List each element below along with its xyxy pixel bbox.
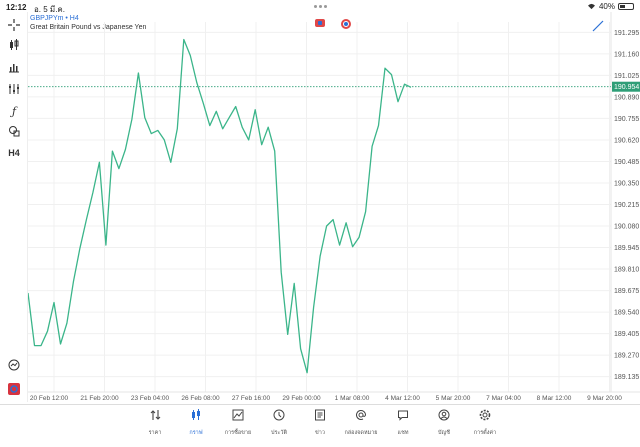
x-tick-label: 5 Mar 20:00 [436, 395, 471, 402]
nav-label: กราฟ [189, 430, 203, 436]
nav-item-1[interactable]: ราคา [135, 409, 175, 443]
y-tick-label: 189.810 [614, 267, 639, 274]
nav-label: ข่าว [315, 430, 325, 436]
nav-label: แชท [397, 430, 409, 436]
y-tick-label: 191.025 [614, 73, 639, 80]
zoom-icon[interactable] [4, 356, 24, 374]
y-tick-label: 189.270 [614, 353, 639, 360]
y-tick-label: 190.215 [614, 202, 639, 209]
status-indicators: 40% [587, 2, 634, 11]
candlestick-icon[interactable] [4, 36, 24, 54]
nav-label: การตั้งค่า [473, 430, 497, 436]
y-tick-label: 190.620 [614, 137, 639, 144]
nav-label: ราคา [148, 430, 162, 436]
nav-label: ประวัติ [270, 430, 288, 436]
price-chart[interactable]: 191.295 191.160 191.025 190.890 190.755 190.6… [28, 12, 640, 402]
wifi-icon [587, 3, 595, 10]
shapes-icon[interactable] [4, 122, 24, 140]
trade-chart-icon [218, 409, 258, 423]
app-logo-icon[interactable] [4, 380, 24, 398]
x-tick-label: 27 Feb 16:00 [232, 395, 271, 402]
battery-percent: 40% [598, 2, 615, 11]
multitask-dots[interactable] [300, 5, 340, 9]
nav-label: บัญชี [438, 430, 450, 436]
history-icon [259, 409, 299, 423]
nav-item-6[interactable]: กล่องจดหมาย [341, 409, 381, 443]
y-tick-label: 189.405 [614, 331, 639, 338]
y-tick-label: 190.755 [614, 116, 639, 123]
nav-item-9[interactable]: การตั้งค่า [465, 409, 505, 443]
function-icon[interactable]: ƒ [4, 102, 24, 120]
y-tick-label: 190.350 [614, 180, 639, 187]
y-tick-label: 189.135 [614, 374, 639, 381]
nav-item-2[interactable]: กราฟ [176, 409, 216, 443]
current-price-label: 190.954 [614, 84, 639, 91]
drawing-toolbar: ƒ H4 [0, 12, 28, 402]
y-tick-label: 191.160 [614, 51, 639, 58]
status-time: 12:12 [6, 3, 27, 12]
y-tick-label: 191.295 [614, 30, 639, 37]
bottom-navigation: ราคา กราฟ การซื้อขาย ประวัติ ข่าว กล่องจดหมาย… [0, 404, 640, 447]
x-tick-label: 20 Feb 12:00 [30, 395, 69, 402]
x-tick-label: 23 Feb 04:00 [131, 395, 170, 402]
account-icon [424, 409, 464, 423]
nav-item-4[interactable]: ประวัติ [259, 409, 299, 443]
y-tick-label: 189.675 [614, 288, 639, 295]
chart-svg[interactable]: 191.295 191.160 191.025 190.890 190.755 190.6… [28, 12, 640, 402]
gear-icon [465, 409, 505, 423]
price-line [28, 38, 412, 374]
x-tick-label: 7 Mar 04:00 [486, 395, 521, 402]
nav-item-7[interactable]: แชท [383, 409, 423, 443]
x-tick-label: 4 Mar 12:00 [385, 395, 420, 402]
crosshair-icon[interactable] [4, 16, 24, 34]
y-tick-label: 190.080 [614, 224, 639, 231]
y-tick-label: 190.890 [614, 94, 639, 101]
y-tick-label: 189.540 [614, 310, 639, 317]
chat-icon [383, 409, 423, 423]
nav-label: การซื้อขาย [224, 430, 252, 436]
timeframe-label[interactable]: H4 [4, 144, 24, 162]
battery-icon [618, 3, 634, 10]
x-tick-label: 1 Mar 08:00 [335, 395, 370, 402]
news-icon [300, 409, 340, 423]
arrows-updown-icon [135, 409, 175, 423]
x-tick-label: 9 Mar 20:00 [587, 395, 622, 402]
nav-label: กล่องจดหมาย [344, 430, 378, 436]
x-tick-label: 29 Feb 00:00 [282, 395, 321, 402]
chart-candles-icon [176, 409, 216, 423]
nav-item-3[interactable]: การซื้อขาย [218, 409, 258, 443]
mail-at-icon [341, 409, 381, 423]
x-tick-label: 26 Feb 08:00 [181, 395, 220, 402]
nav-item-8[interactable]: บัญชี [424, 409, 464, 443]
sliders-icon[interactable] [4, 80, 24, 98]
y-tick-label: 190.485 [614, 159, 639, 166]
nav-item-5[interactable]: ข่าว [300, 409, 340, 443]
bar-chart-icon[interactable] [4, 58, 24, 76]
y-tick-label: 189.945 [614, 245, 639, 252]
x-tick-label: 21 Feb 20:00 [80, 395, 119, 402]
x-tick-label: 8 Mar 12:00 [537, 395, 572, 402]
